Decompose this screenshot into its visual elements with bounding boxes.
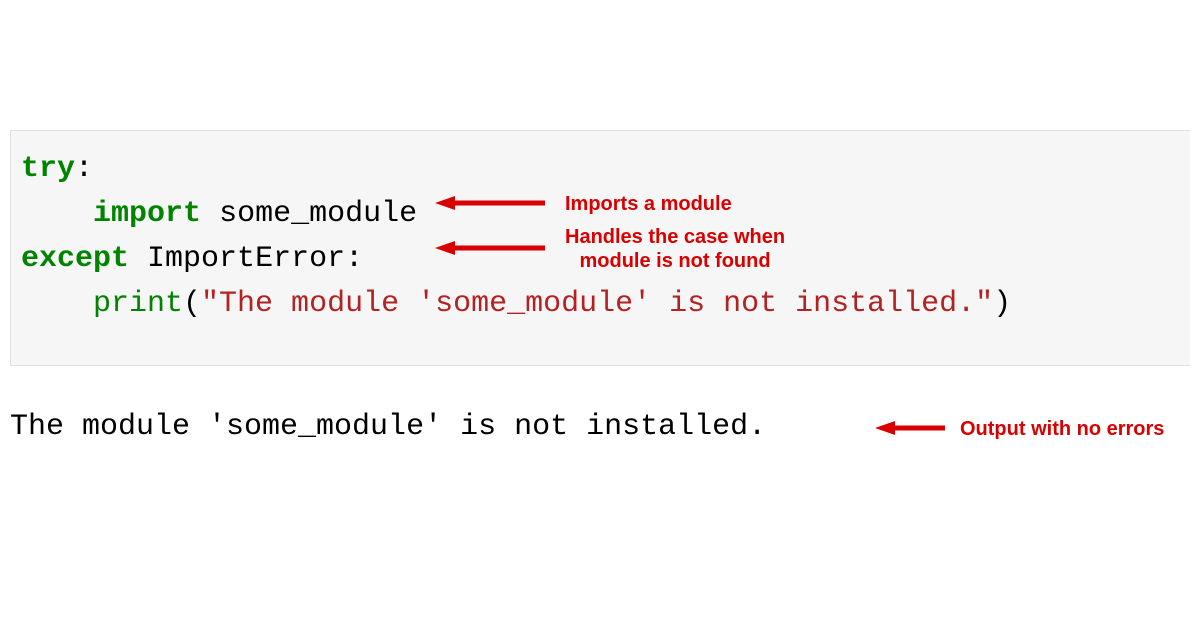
space bbox=[201, 197, 219, 231]
paren-open: ( bbox=[183, 287, 201, 321]
annotation-imports: Imports a module bbox=[565, 192, 732, 216]
string-literal: "The module 'some_module' is not install… bbox=[201, 287, 993, 321]
arrow-icon bbox=[435, 240, 545, 256]
code-line-1: try: bbox=[21, 147, 1190, 192]
keyword-try: try bbox=[21, 152, 75, 186]
module-name: some_module bbox=[219, 197, 417, 231]
arrow-icon bbox=[875, 420, 945, 436]
keyword-import: import bbox=[93, 197, 201, 231]
colon: : bbox=[75, 152, 93, 186]
space bbox=[129, 242, 147, 276]
output-text: The module 'some_module' is not installe… bbox=[10, 410, 766, 444]
arrow-icon bbox=[435, 195, 545, 211]
indent bbox=[21, 287, 93, 321]
paren-close: ) bbox=[993, 287, 1011, 321]
annotation-handles: Handles the case when module is not foun… bbox=[565, 225, 785, 273]
annotation-output: Output with no errors bbox=[960, 417, 1164, 441]
builtin-print: print bbox=[93, 287, 183, 321]
colon: : bbox=[345, 242, 363, 276]
code-line-4: print("The module 'some_module' is not i… bbox=[21, 282, 1190, 327]
exception-name: ImportError bbox=[147, 242, 345, 276]
indent bbox=[21, 197, 93, 231]
keyword-except: except bbox=[21, 242, 129, 276]
